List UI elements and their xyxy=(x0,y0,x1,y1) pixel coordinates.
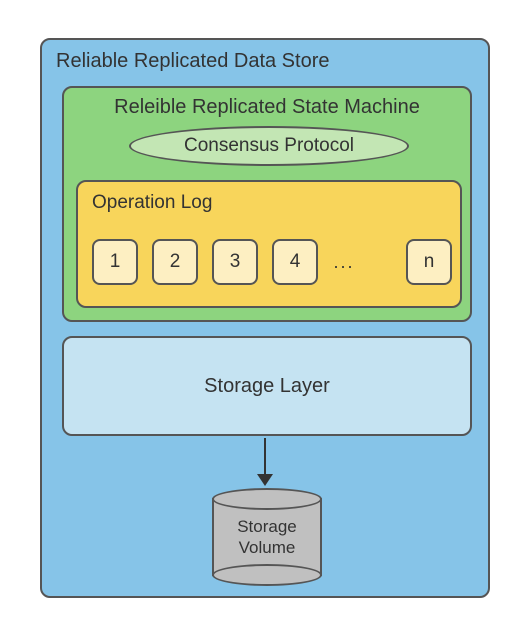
storage-volume-label: Storage Volume xyxy=(212,516,322,559)
data-store-container: Reliable Replicated Data Store Releible … xyxy=(40,38,490,598)
log-entry: 1 xyxy=(92,239,138,285)
state-machine-box: Releible Replicated State Machine Consen… xyxy=(62,86,472,322)
operation-log-entries: 1 2 3 4 ... n xyxy=(92,234,452,290)
storage-volume-cylinder: Storage Volume xyxy=(212,488,322,580)
log-entry: 2 xyxy=(152,239,198,285)
log-ellipsis: ... xyxy=(332,252,356,273)
consensus-protocol-oval: Consensus Protocol xyxy=(129,126,409,166)
cylinder-bottom xyxy=(212,564,322,586)
state-machine-title: Releible Replicated State Machine xyxy=(64,96,470,119)
log-entry: 3 xyxy=(212,239,258,285)
arrow-head-icon xyxy=(257,474,273,486)
log-entry: 4 xyxy=(272,239,318,285)
operation-log-title: Operation Log xyxy=(92,192,212,214)
cylinder-top xyxy=(212,488,322,510)
storage-layer-box: Storage Layer xyxy=(62,336,472,436)
log-entry-last: n xyxy=(406,239,452,285)
data-store-title: Reliable Replicated Data Store xyxy=(56,50,330,73)
arrow-shaft xyxy=(264,438,266,478)
storage-volume-line2: Volume xyxy=(239,538,296,557)
operation-log-box: Operation Log 1 2 3 4 ... n xyxy=(76,180,462,308)
storage-volume-line1: Storage xyxy=(237,517,297,536)
